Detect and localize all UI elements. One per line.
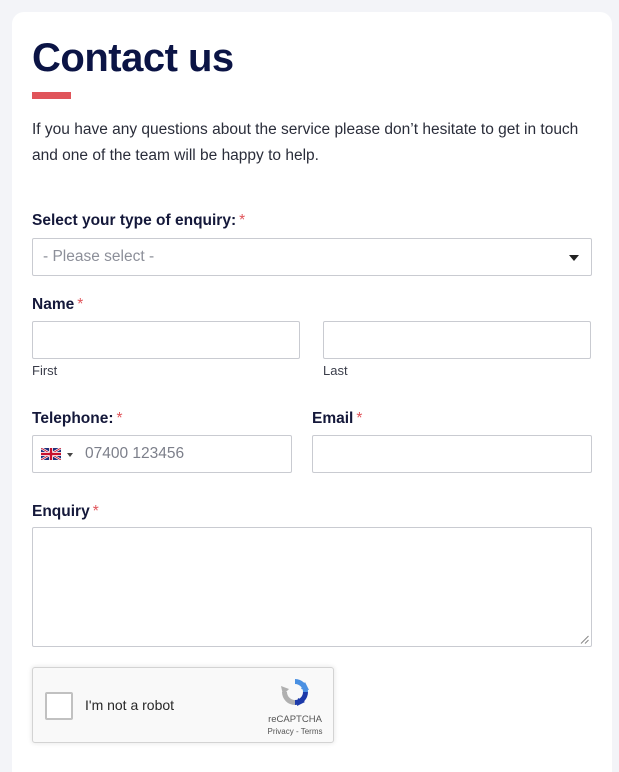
recaptcha-privacy-link[interactable]: Privacy bbox=[268, 727, 294, 736]
enquiry-type-label: Select your type of enquiry: * bbox=[32, 212, 245, 230]
enquiry-type-label-text: Select your type of enquiry: bbox=[32, 212, 237, 229]
title-accent-bar bbox=[32, 92, 71, 99]
telephone-label: Telephone: * bbox=[32, 410, 123, 428]
required-marker: * bbox=[77, 296, 84, 313]
recaptcha-terms-link[interactable]: Terms bbox=[301, 727, 323, 736]
name-label-text: Name bbox=[32, 296, 75, 313]
recaptcha-links: Privacy - Terms bbox=[255, 727, 335, 736]
uk-flag-icon[interactable] bbox=[41, 448, 61, 460]
recaptcha-links-separator: - bbox=[295, 727, 299, 736]
name-label: Name * bbox=[32, 296, 83, 314]
first-name-sublabel: First bbox=[32, 363, 58, 378]
email-input[interactable] bbox=[312, 435, 592, 473]
telephone-placeholder: 07400 123456 bbox=[85, 445, 185, 462]
last-name-input[interactable] bbox=[323, 321, 591, 359]
country-dropdown-icon[interactable] bbox=[67, 453, 73, 457]
enquiry-label: Enquiry * bbox=[32, 503, 99, 521]
page-title: Contact us bbox=[32, 36, 234, 80]
enquiry-label-text: Enquiry bbox=[32, 503, 90, 520]
email-label: Email * bbox=[312, 410, 362, 428]
enquiry-type-selected-value: - Please select - bbox=[43, 248, 155, 265]
required-marker: * bbox=[239, 212, 246, 229]
first-name-input[interactable] bbox=[32, 321, 300, 359]
recaptcha-brand: reCAPTCHA bbox=[268, 714, 322, 725]
telephone-input[interactable]: 07400 123456 bbox=[32, 435, 292, 473]
required-marker: * bbox=[356, 410, 363, 427]
resize-grip-icon[interactable] bbox=[580, 635, 589, 644]
recaptcha-checkbox[interactable] bbox=[45, 692, 73, 720]
last-name-sublabel: Last bbox=[323, 363, 348, 378]
required-marker: * bbox=[116, 410, 123, 427]
contact-form-card: Contact us If you have any questions abo… bbox=[12, 12, 612, 772]
email-label-text: Email bbox=[312, 410, 354, 427]
enquiry-textarea[interactable] bbox=[32, 527, 592, 647]
recaptcha-logo-icon bbox=[281, 679, 309, 706]
intro-text: If you have any questions about the serv… bbox=[32, 121, 579, 164]
telephone-label-text: Telephone: bbox=[32, 410, 114, 427]
enquiry-type-select[interactable]: - Please select - bbox=[32, 238, 592, 276]
required-marker: * bbox=[92, 503, 99, 520]
recaptcha-label: I'm not a robot bbox=[85, 697, 175, 713]
recaptcha-widget: I'm not a robot reCAPTCHA Privacy - Term… bbox=[32, 667, 334, 743]
chevron-down-icon bbox=[569, 255, 579, 261]
